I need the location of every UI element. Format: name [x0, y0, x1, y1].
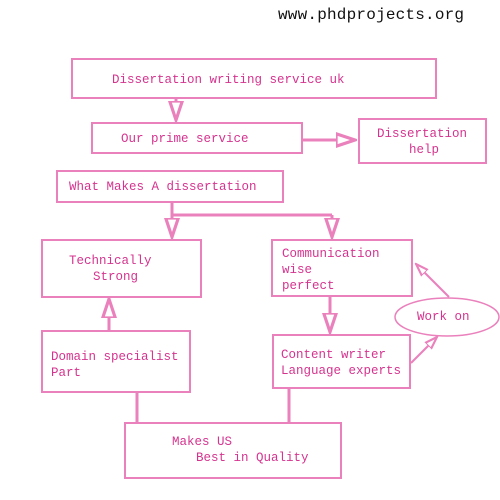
node-label-line2: Part — [51, 366, 82, 380]
flowchart: www.phdprojects.org Dissertation writing — [0, 0, 500, 500]
node-technically-strong: Technically Strong — [41, 239, 202, 298]
node-label: Dissertation writing service uk — [112, 73, 345, 87]
node-label: What Makes A dissertation — [69, 180, 257, 194]
node-label-line2: Language experts — [281, 364, 402, 378]
node-label: Work on — [417, 310, 470, 324]
node-label-line1: Dissertation — [377, 127, 468, 141]
node-label-line1: Domain specialist — [51, 350, 179, 364]
node-label-line2: Best in Quality — [196, 451, 309, 465]
node-label-line2: help — [409, 143, 440, 157]
node-dissertation-writing-service-uk: Dissertation writing service uk — [71, 58, 437, 99]
node-dissertation-help: Dissertation help — [358, 118, 487, 164]
node-communication-wise-perfect: Communication wise perfect — [271, 239, 413, 297]
node-label-line2: Strong — [93, 270, 139, 284]
node-label-line1: Makes US — [172, 435, 233, 449]
node-content-writer-language-experts: Content writer Language experts — [272, 334, 411, 389]
node-label-line3: perfect — [282, 279, 335, 293]
edge-workon-to-communication — [416, 264, 450, 298]
node-label-line2: wise — [282, 263, 313, 277]
node-label-line1: Communication — [282, 247, 380, 261]
node-work-on: Work on — [395, 298, 499, 336]
node-label-line1: Technically — [69, 254, 152, 268]
node-what-makes-a-dissertation: What Makes A dissertation — [56, 170, 284, 203]
node-label: Our prime service — [121, 132, 249, 146]
node-label-line1: Content writer — [281, 348, 387, 362]
node-makes-us-best-in-quality: Makes US Best in Quality — [124, 422, 342, 479]
node-domain-specialist-part: Domain specialist Part — [41, 330, 191, 393]
node-our-prime-service: Our prime service — [91, 122, 303, 154]
edge-content-to-workon — [410, 337, 437, 364]
